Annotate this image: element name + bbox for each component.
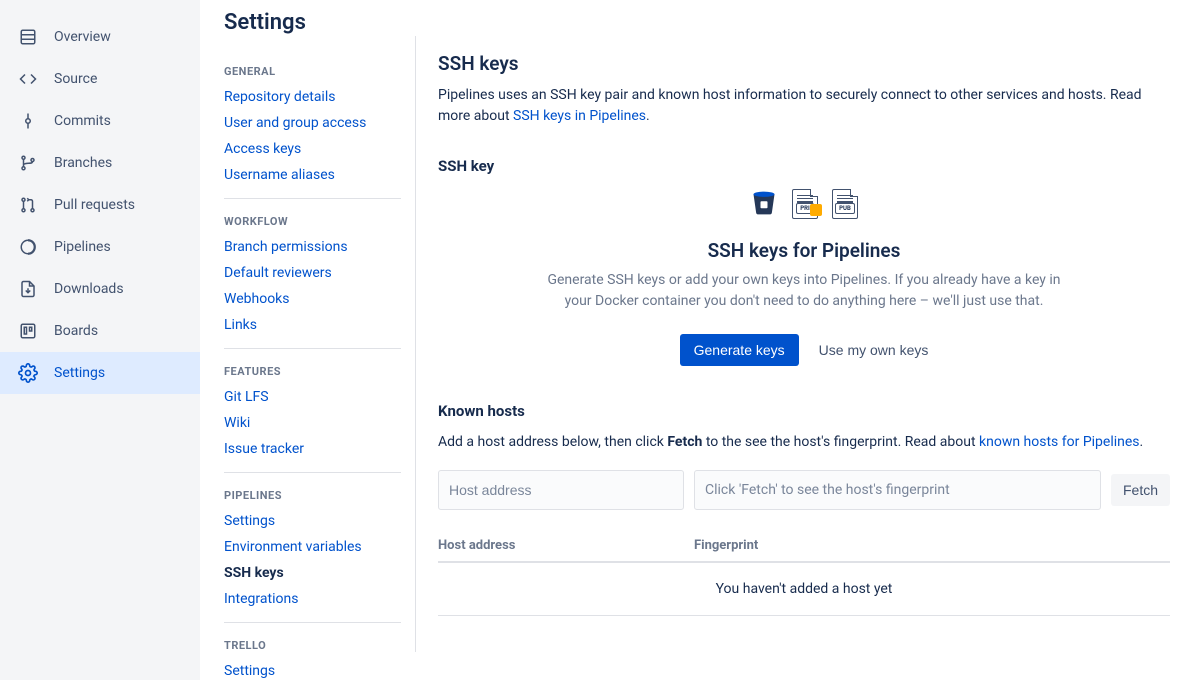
group-header: WORKFLOW xyxy=(224,209,401,234)
known-hosts-form: Click 'Fetch' to see the host's fingerpr… xyxy=(438,470,1170,510)
nav-label: Downloads xyxy=(54,281,124,297)
nav-item-overview[interactable]: Overview xyxy=(0,16,200,58)
settings-group-general: GENERAL Repository details User and grou… xyxy=(224,59,401,199)
settings-nav: Settings GENERAL Repository details User… xyxy=(200,0,415,680)
nav-label: Source xyxy=(54,71,97,87)
nav-label: Pull requests xyxy=(54,197,135,213)
nav-label: Overview xyxy=(54,29,111,45)
page-description: Pipelines uses an SSH key pair and known… xyxy=(438,85,1170,127)
lock-icon xyxy=(810,204,822,216)
settings-link-wiki[interactable]: Wiki xyxy=(224,410,401,436)
nav-label: Branches xyxy=(54,155,112,171)
button-row: Generate keys Use my own keys xyxy=(544,334,1064,366)
overview-icon xyxy=(16,25,40,49)
sshkey-illustration: PRI PUB xyxy=(438,189,1170,219)
known-hosts-section: Known hosts Add a host address below, th… xyxy=(438,402,1170,616)
settings-link-username-aliases[interactable]: Username aliases xyxy=(224,162,401,188)
settings-group-trello: TRELLO Settings xyxy=(224,633,401,694)
bucket-icon xyxy=(750,189,778,217)
fetch-button[interactable]: Fetch xyxy=(1111,474,1170,506)
group-header: PIPELINES xyxy=(224,483,401,508)
branches-icon xyxy=(16,151,40,175)
nav-label: Commits xyxy=(54,113,111,129)
commits-icon xyxy=(16,109,40,133)
fingerprint-display: Click 'Fetch' to see the host's fingerpr… xyxy=(694,470,1101,510)
nav-label: Settings xyxy=(54,365,105,381)
sshkey-label: SSH key xyxy=(438,157,1170,175)
settings-link-integrations[interactable]: Integrations xyxy=(224,586,401,612)
nav-item-branches[interactable]: Branches xyxy=(0,142,200,184)
settings-icon xyxy=(16,361,40,385)
group-header: FEATURES xyxy=(224,359,401,384)
group-header: GENERAL xyxy=(224,59,401,84)
settings-link-webhooks[interactable]: Webhooks xyxy=(224,286,401,312)
nav-item-boards[interactable]: Boards xyxy=(0,310,200,352)
nav-item-commits[interactable]: Commits xyxy=(0,100,200,142)
sshkey-empty-state: SSH keys for Pipelines Generate SSH keys… xyxy=(544,239,1064,366)
settings-title: Settings xyxy=(224,10,401,35)
settings-link-repository-details[interactable]: Repository details xyxy=(224,84,401,110)
generate-keys-button[interactable]: Generate keys xyxy=(680,334,799,366)
file-pri-icon: PRI xyxy=(792,189,818,219)
file-pub-icon: PUB xyxy=(832,189,858,219)
known-hosts-empty-row: You haven't added a host yet xyxy=(438,563,1170,616)
nav-label: Boards xyxy=(54,323,98,339)
settings-link-pipelines-settings[interactable]: Settings xyxy=(224,508,401,534)
empty-state-title: SSH keys for Pipelines xyxy=(544,239,1064,262)
th-fingerprint: Fingerprint xyxy=(694,538,1170,553)
known-hosts-table-header: Host address Fingerprint xyxy=(438,538,1170,563)
nav-item-pipelines[interactable]: Pipelines xyxy=(0,226,200,268)
settings-link-ssh-keys[interactable]: SSH keys xyxy=(224,560,401,586)
nav-item-settings[interactable]: Settings xyxy=(0,352,200,394)
settings-link-user-group-access[interactable]: User and group access xyxy=(224,110,401,136)
settings-link-branch-permissions[interactable]: Branch permissions xyxy=(224,234,401,260)
settings-link-trello-settings[interactable]: Settings xyxy=(224,658,401,684)
left-sidebar: Overview Source Commits Branches Pull re… xyxy=(0,0,200,680)
host-address-input[interactable] xyxy=(438,470,684,510)
pipelines-icon xyxy=(16,235,40,259)
th-host-address: Host address xyxy=(438,538,694,553)
link-known-hosts[interactable]: known hosts for Pipelines xyxy=(979,434,1140,450)
group-header: TRELLO xyxy=(224,633,401,658)
settings-link-git-lfs[interactable]: Git LFS xyxy=(224,384,401,410)
page-heading: SSH keys xyxy=(438,52,1170,75)
settings-link-default-reviewers[interactable]: Default reviewers xyxy=(224,260,401,286)
empty-state-desc: Generate SSH keys or add your own keys i… xyxy=(544,270,1064,312)
settings-link-access-keys[interactable]: Access keys xyxy=(224,136,401,162)
settings-group-features: FEATURES Git LFS Wiki Issue tracker xyxy=(224,359,401,473)
main-content: SSH keys Pipelines uses an SSH key pair … xyxy=(416,0,1200,680)
known-hosts-heading: Known hosts xyxy=(438,402,1170,420)
pull-requests-icon xyxy=(16,193,40,217)
sshkey-section: SSH key PRI PUB SSH keys for Pipelines G… xyxy=(438,157,1170,366)
settings-group-workflow: WORKFLOW Branch permissions Default revi… xyxy=(224,209,401,349)
settings-link-env-variables[interactable]: Environment variables xyxy=(224,534,401,560)
link-ssh-keys-pipelines[interactable]: SSH keys in Pipelines xyxy=(513,108,646,124)
downloads-icon xyxy=(16,277,40,301)
nav-item-source[interactable]: Source xyxy=(0,58,200,100)
settings-link-issue-tracker[interactable]: Issue tracker xyxy=(224,436,401,462)
nav-label: Pipelines xyxy=(54,239,111,255)
settings-link-links[interactable]: Links xyxy=(224,312,401,338)
settings-group-pipelines: PIPELINES Settings Environment variables… xyxy=(224,483,401,623)
use-my-own-keys-button[interactable]: Use my own keys xyxy=(819,342,929,358)
boards-icon xyxy=(16,319,40,343)
nav-item-downloads[interactable]: Downloads xyxy=(0,268,200,310)
known-hosts-desc: Add a host address below, then click Fet… xyxy=(438,434,1170,450)
source-icon xyxy=(16,67,40,91)
nav-item-pull-requests[interactable]: Pull requests xyxy=(0,184,200,226)
